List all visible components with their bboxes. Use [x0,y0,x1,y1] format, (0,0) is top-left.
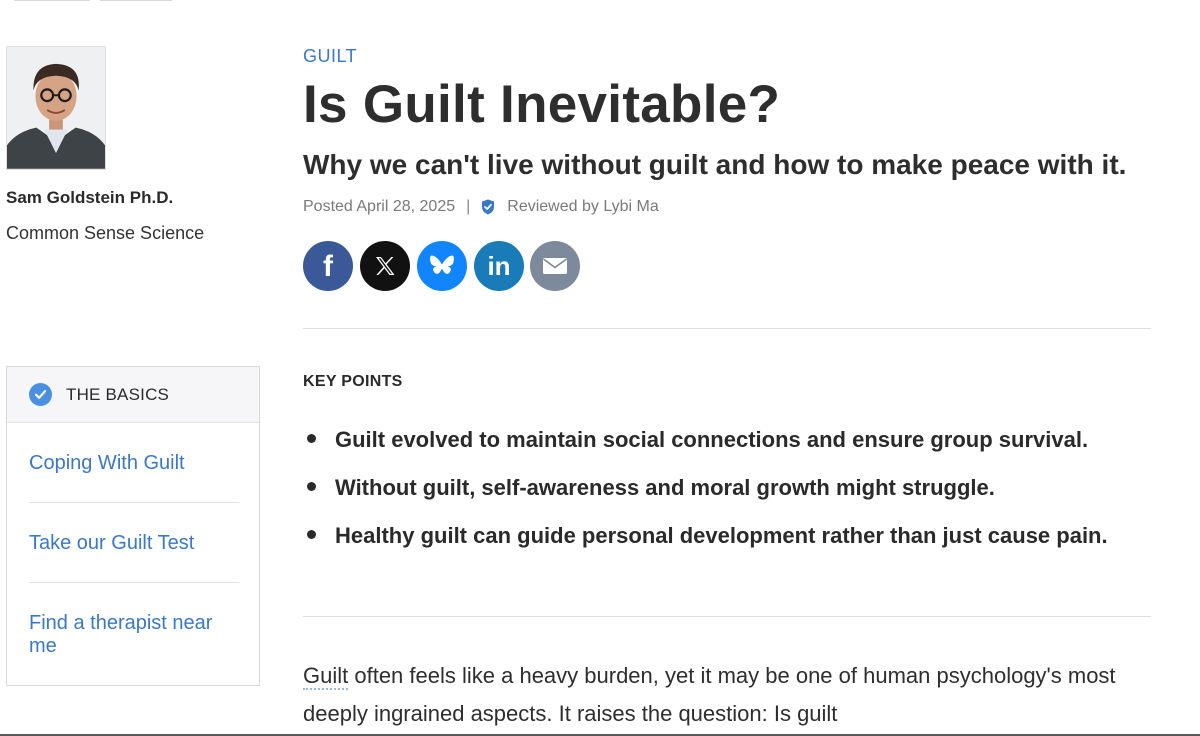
divider [303,616,1151,617]
key-points-title: KEY POINTS [303,373,403,390]
article-meta: Posted April 28, 2025 | Reviewed by Lybi… [303,198,659,216]
share-x-button[interactable] [360,241,410,291]
verified-shield-icon [481,199,495,215]
meta-separator: | [466,198,471,215]
check-badge-icon [29,383,52,406]
posted-date: Posted April 28, 2025 [303,198,456,215]
share-email-button[interactable] [530,241,580,291]
article-body-paragraph: Guilt often feels like a heavy burden, y… [303,657,1143,733]
divider [29,502,239,503]
basics-link-coping[interactable]: Coping With Guilt [29,452,239,475]
share-bluesky-button[interactable] [417,241,467,291]
author-name[interactable]: Sam Goldstein Ph.D. [6,188,173,208]
bluesky-icon [430,255,454,274]
article-subtitle: Why we can't live without guilt and how … [303,149,1127,180]
top-nav-stub [100,0,172,1]
basics-header: THE BASICS [7,367,259,423]
key-points-list: Guilt evolved to maintain social connect… [303,424,1151,568]
svg-text:in: in [487,251,510,281]
linkedin-icon: in [487,251,510,281]
category-link[interactable]: GUILT [303,46,357,67]
author-avatar[interactable] [6,46,106,170]
blog-name[interactable]: Common Sense Science [6,223,204,244]
share-facebook-button[interactable]: f [303,241,353,291]
divider [29,582,239,583]
basics-link-find-therapist[interactable]: Find a therapist near me [29,612,239,658]
svg-text:f: f [323,250,334,283]
article-title: Is Guilt Inevitable? [303,75,781,134]
reviewed-by[interactable]: Reviewed by Lybi Ma [507,198,658,216]
body-text: often feels like a heavy burden, yet it … [303,663,1116,726]
key-point: Without guilt, self-awareness and moral … [303,472,1151,503]
basics-title: THE BASICS [66,384,170,404]
basics-panel: THE BASICS Coping With Guilt Take our Gu… [6,366,260,686]
key-point: Healthy guilt can guide personal develop… [303,520,1151,551]
glossary-term-link[interactable]: Guilt [303,663,349,690]
top-nav-stub [14,0,90,1]
facebook-icon: f [323,250,334,283]
key-point: Guilt evolved to maintain social connect… [303,424,1151,455]
basics-link-guilt-test[interactable]: Take our Guilt Test [29,532,239,555]
divider [303,328,1151,329]
share-linkedin-button[interactable]: in [474,241,524,291]
x-icon [376,257,395,275]
email-icon [543,258,567,274]
